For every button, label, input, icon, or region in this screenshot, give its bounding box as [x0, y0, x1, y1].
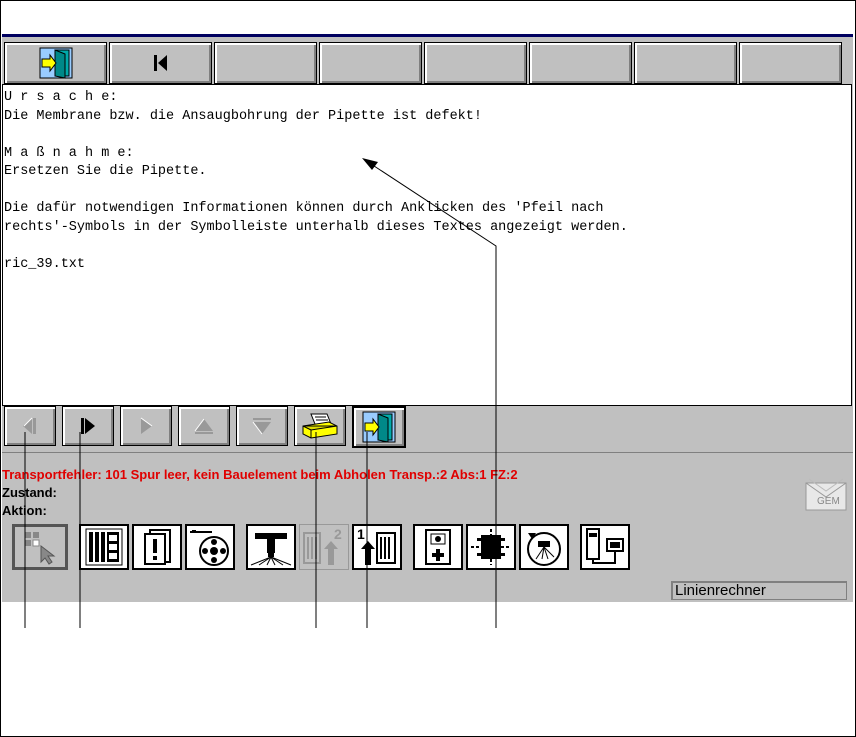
linienrechner-field: Linienrechner	[671, 581, 847, 600]
conveyor-2-icon: 2	[303, 527, 342, 565]
conveyor-1-icon: 1	[357, 527, 396, 565]
prev-disabled-icon	[23, 417, 36, 434]
nav-toolbar	[4, 406, 412, 448]
toolbar-button-6[interactable]	[529, 42, 632, 84]
prev-page-button[interactable]	[4, 406, 56, 446]
ursache-text: Die Membrane bzw. die Ansaugbohrung der …	[4, 108, 482, 124]
zustand-label: Zustand:	[2, 485, 57, 500]
gem-label: GEM	[817, 496, 840, 507]
printer-icon	[302, 413, 338, 439]
select-button[interactable]	[12, 524, 68, 570]
print-button[interactable]	[294, 406, 346, 446]
aktion-label: Aktion:	[2, 503, 47, 518]
arrow-down-disabled-icon	[252, 418, 271, 435]
first-page-icon	[153, 55, 167, 71]
conveyor-1-button[interactable]: 1	[352, 524, 402, 570]
arrow-down-button[interactable]	[236, 406, 288, 446]
exit-button-2[interactable]	[352, 406, 406, 448]
svg-text:1: 1	[357, 527, 365, 542]
component-chip-icon	[471, 529, 511, 565]
alert-card-icon	[144, 529, 171, 565]
rotate-nozzle-icon	[527, 532, 561, 566]
exit-button[interactable]	[4, 42, 107, 84]
arrow-right-button[interactable]	[120, 406, 172, 446]
machine-toolbar: 2 1	[12, 524, 633, 570]
next-page-button[interactable]	[62, 406, 114, 446]
title-bar-line	[2, 34, 853, 37]
tape-feeder-icon	[190, 530, 229, 566]
camera-button[interactable]	[413, 524, 463, 570]
ursache-heading: U r s a c h e:	[4, 90, 118, 105]
conveyor-2-button[interactable]: 2	[299, 524, 349, 570]
select-grid-icon	[25, 532, 56, 565]
arrow-up-button[interactable]	[178, 406, 230, 446]
massnahme-heading: M a ß n a h m e:	[4, 145, 134, 161]
arrow-up-disabled-icon	[194, 418, 213, 434]
line-computer-button[interactable]	[580, 524, 630, 570]
placement-head-button[interactable]	[246, 524, 296, 570]
massnahme-text: Ersetzen Sie die Pipette.	[4, 164, 207, 179]
tape-feeder-button[interactable]	[185, 524, 235, 570]
toolbar-button-7[interactable]	[634, 42, 737, 84]
camera-icon	[425, 529, 451, 565]
film-strip-icon	[85, 528, 123, 566]
filename: ric_39.txt	[4, 256, 86, 272]
error-message: Transportfehler: 101 Spur leer, kein Bau…	[2, 467, 518, 482]
top-toolbar	[4, 42, 844, 84]
exit-door-icon	[39, 47, 72, 79]
toolbar-button-4[interactable]	[319, 42, 422, 84]
placement-head-icon	[250, 533, 292, 566]
status-panel: Transportfehler: 101 Spur leer, kein Bau…	[2, 466, 518, 520]
info-line-2: rechts'-Symbols in der Symbolleiste unte…	[4, 219, 628, 235]
toolbar-button-8[interactable]	[739, 42, 842, 84]
separator	[2, 452, 853, 453]
exit-door-icon	[362, 411, 396, 443]
rotate-nozzle-button[interactable]	[519, 524, 569, 570]
next-page-icon	[81, 418, 95, 434]
mail-envelope-icon[interactable]: GEM	[805, 477, 847, 511]
message-text-area[interactable]: U r s a c h e: Die Membrane bzw. die Ans…	[2, 84, 852, 406]
film-strip-button[interactable]	[79, 524, 129, 570]
toolbar-button-3[interactable]	[214, 42, 317, 84]
first-page-button[interactable]	[109, 42, 212, 84]
alert-button[interactable]	[132, 524, 182, 570]
toolbar-button-5[interactable]	[424, 42, 527, 84]
svg-text:2: 2	[334, 527, 342, 542]
info-line-1: Die dafür notwendigen Informationen könn…	[4, 201, 604, 216]
arrow-right-disabled-icon	[140, 417, 153, 434]
component-chip-button[interactable]	[466, 524, 516, 570]
line-computer-icon	[586, 528, 624, 564]
